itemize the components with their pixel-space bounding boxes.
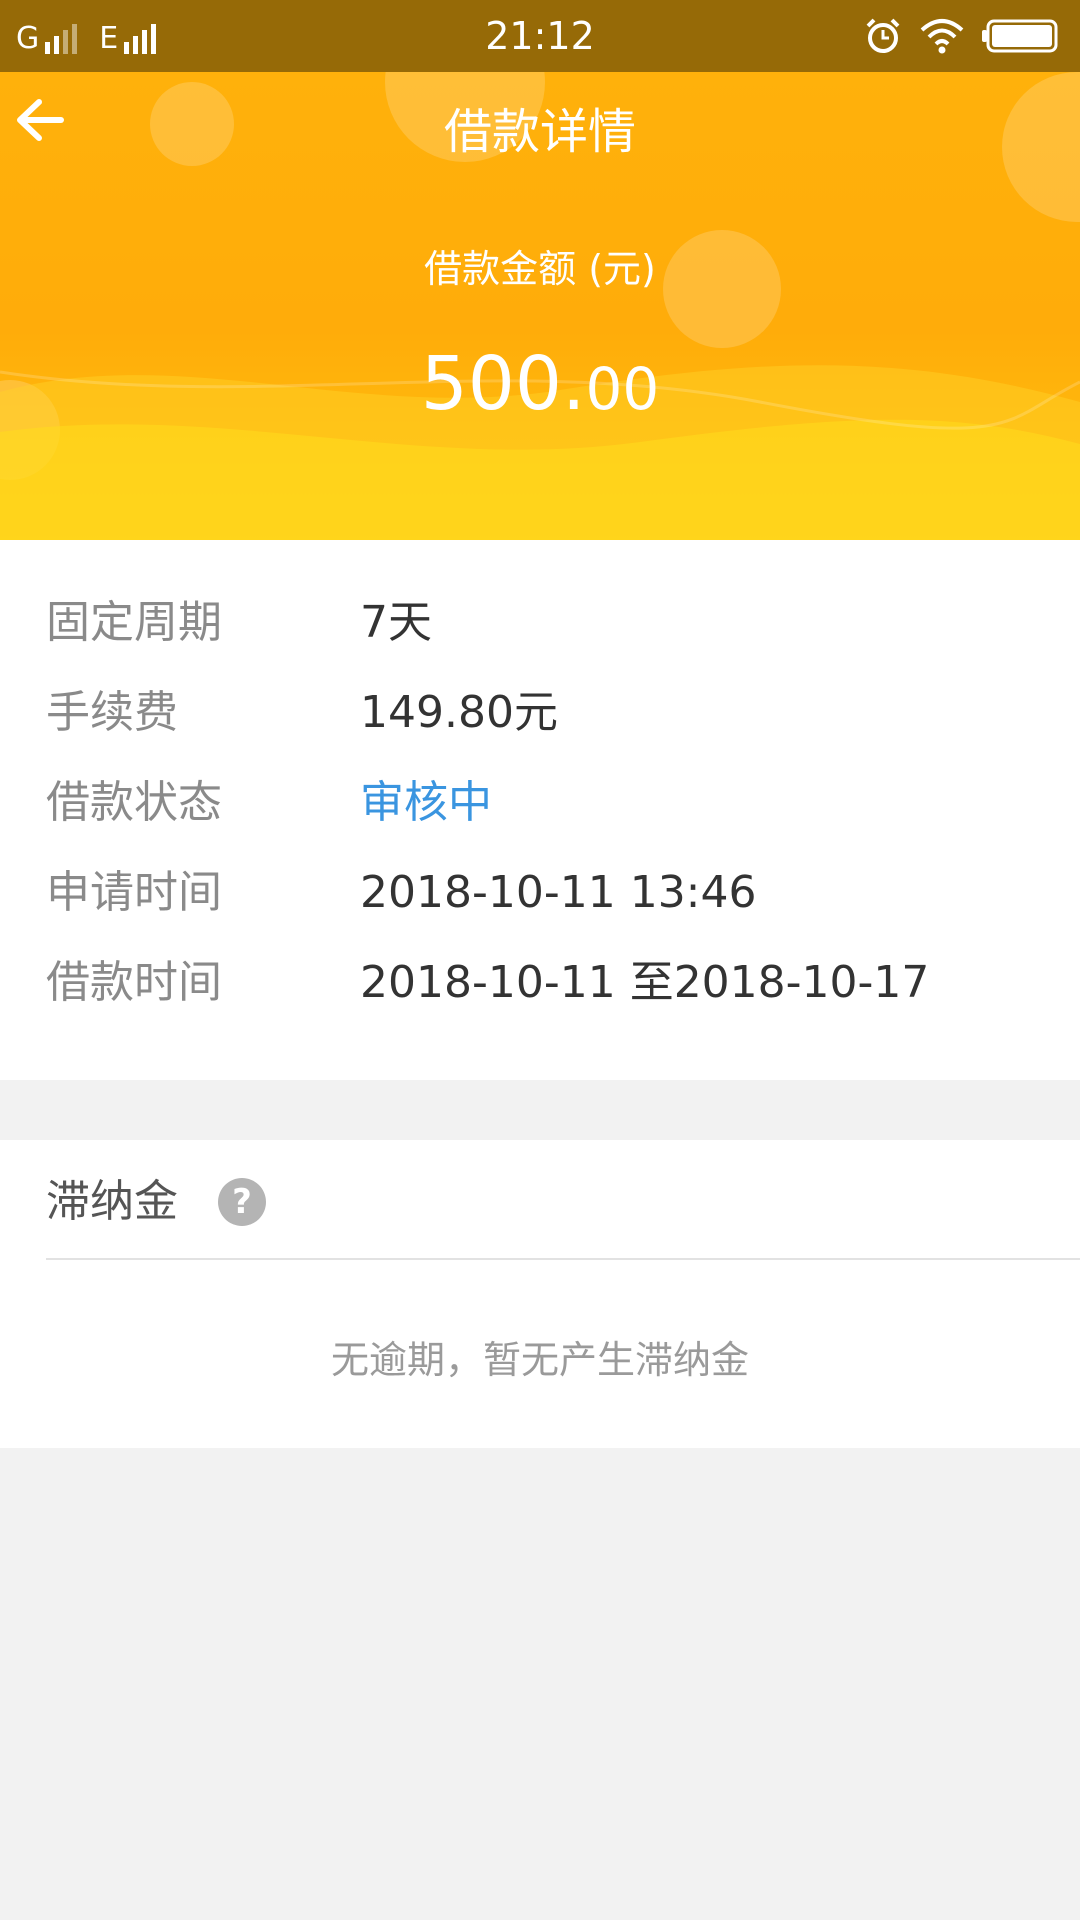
detail-label: 借款时间 [46, 957, 222, 1008]
help-icon[interactable]: ? [218, 1178, 266, 1226]
detail-value: 7天 [360, 597, 432, 648]
detail-row-period: 固定周期 7天 [0, 578, 1080, 668]
page-title: 借款详情 [443, 104, 636, 160]
alarm-icon [864, 17, 902, 55]
amount-label: 借款金额 (元) [424, 247, 656, 291]
detail-label: 借款状态 [46, 777, 222, 828]
detail-value: 2018-10-11 13:46 [360, 867, 757, 918]
battery-icon [982, 18, 1060, 54]
detail-label: 申请时间 [46, 867, 222, 918]
detail-value: 149.80元 [360, 687, 558, 738]
loan-header: 借款详情 借款金额 (元) 500.00 [0, 72, 1080, 540]
detail-row-apply-time: 申请时间 2018-10-11 13:46 [0, 848, 1080, 938]
loan-amount-decimal: 00 [585, 355, 660, 423]
late-fee-title: 滞纳金 [46, 1176, 178, 1227]
loan-details-card: 固定周期 7天 手续费 149.80元 借款状态 审核中 申请时间 2018-1… [0, 540, 1080, 1080]
status-badge: 审核中 [360, 777, 492, 828]
detail-row-fee: 手续费 149.80元 [0, 668, 1080, 758]
detail-value: 2018-10-11 至2018-10-17 [360, 957, 930, 1008]
detail-row-loan-period: 借款时间 2018-10-11 至2018-10-17 [0, 938, 1080, 1028]
late-fee-empty-message: 无逾期，暂无产生滞纳金 [330, 1338, 749, 1382]
detail-label: 固定周期 [46, 597, 222, 648]
wifi-icon [920, 18, 964, 54]
detail-row-status: 借款状态 审核中 [0, 758, 1080, 848]
detail-label: 手续费 [46, 687, 178, 738]
divider [46, 1258, 1080, 1260]
late-fee-card: 滞纳金 ? 无逾期，暂无产生滞纳金 [0, 1140, 1080, 1448]
status-bar: G E 21:12 [0, 0, 1080, 72]
system-icons [846, 14, 1060, 58]
loan-amount: 500.00 [0, 334, 1080, 454]
loan-amount-integer: 500. [420, 341, 586, 427]
